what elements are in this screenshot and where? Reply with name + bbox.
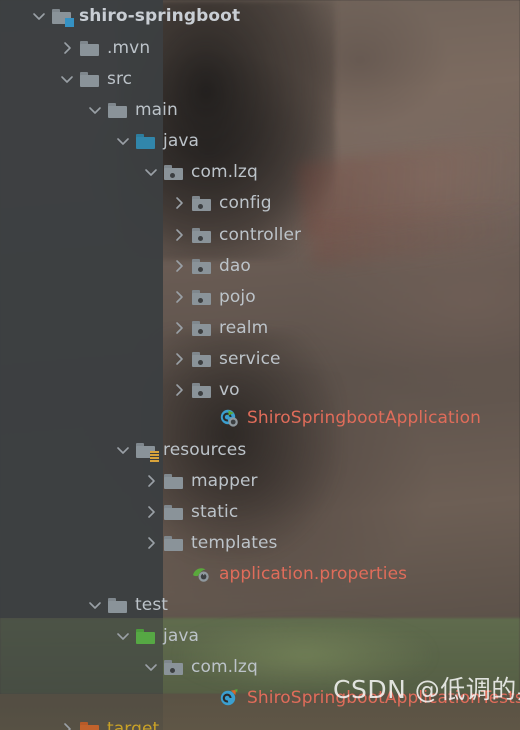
- tree-node-label: shiro-springboot: [79, 6, 241, 26]
- tree-node-label: src: [107, 69, 133, 89]
- tree-node[interactable]: test: [84, 589, 168, 621]
- folder-icon: [162, 496, 184, 528]
- tree-node[interactable]: controller: [168, 219, 301, 251]
- tree-node[interactable]: realm: [168, 312, 268, 344]
- tree-node-label: main: [135, 100, 178, 120]
- project-tree[interactable]: shiro-springboot .mvn src main java com.lzq co…: [0, 0, 520, 730]
- project-tool-window: shiro-springboot .mvn src main java com.lzq co…: [0, 0, 520, 730]
- csdn-watermark: CSDN @低调的黑客: [333, 675, 520, 704]
- tree-node-label: java: [163, 131, 200, 151]
- spring-properties-file-icon: [190, 558, 212, 590]
- chevron-down-icon[interactable]: [140, 156, 162, 188]
- chevron-right-icon[interactable]: [168, 343, 190, 375]
- folder-icon: [106, 589, 128, 621]
- tree-node[interactable]: com.lzq: [140, 651, 258, 683]
- tree-node[interactable]: src: [56, 63, 132, 95]
- tree-node[interactable]: application.properties: [168, 558, 407, 590]
- chevron-down-icon[interactable]: [112, 434, 134, 466]
- tree-node[interactable]: dao: [168, 250, 251, 282]
- tree-node-label: ShiroSpringbootApplication: [247, 408, 482, 428]
- tree-node-label: service: [219, 349, 281, 369]
- tree-node-label: test: [135, 595, 169, 615]
- chevron-right-icon[interactable]: [168, 219, 190, 251]
- package-folder-icon: [162, 651, 184, 683]
- tree-node[interactable]: target: [56, 713, 159, 730]
- chevron-right-icon[interactable]: [140, 527, 162, 559]
- tree-node[interactable]: static: [140, 496, 238, 528]
- package-folder-icon: [190, 281, 212, 313]
- tree-node[interactable]: config: [168, 187, 272, 219]
- chevron-down-icon[interactable]: [56, 63, 78, 95]
- chevron-right-icon[interactable]: [168, 187, 190, 219]
- tree-node-label: .mvn: [107, 38, 151, 58]
- folder-icon: [78, 32, 100, 64]
- chevron-right-icon[interactable]: [140, 465, 162, 497]
- project-folder-icon: [50, 0, 74, 32]
- chevron-right-icon[interactable]: [168, 281, 190, 313]
- tree-node-label: com.lzq: [191, 657, 258, 677]
- resources-root-folder-icon: [134, 434, 159, 466]
- tree-node-label: resources: [163, 440, 247, 460]
- test-source-root-folder-icon: [134, 620, 156, 652]
- chevron-right-icon[interactable]: [168, 312, 190, 344]
- tree-node[interactable]: pojo: [168, 281, 256, 313]
- chevron-down-icon[interactable]: [140, 651, 162, 683]
- chevron-down-icon[interactable]: [84, 589, 106, 621]
- chevron-down-icon[interactable]: [112, 620, 134, 652]
- package-folder-icon: [190, 343, 212, 375]
- tree-arrow-placeholder: [196, 682, 218, 714]
- package-folder-icon: [162, 156, 184, 188]
- tree-node-label: target: [107, 719, 160, 730]
- tree-node[interactable]: .mvn: [56, 32, 150, 64]
- folder-icon: [162, 465, 184, 497]
- tree-node-label: java: [163, 626, 200, 646]
- package-folder-icon: [190, 187, 212, 219]
- source-root-folder-icon: [134, 125, 156, 157]
- chevron-right-icon[interactable]: [56, 713, 78, 730]
- tree-node-label: config: [219, 193, 272, 213]
- package-folder-icon: [190, 312, 212, 344]
- tree-node[interactable]: main: [84, 94, 178, 126]
- tree-node-label: realm: [219, 318, 269, 338]
- tree-arrow-placeholder: [196, 402, 218, 434]
- tree-node-label: controller: [219, 225, 302, 245]
- chevron-right-icon[interactable]: [140, 496, 162, 528]
- chevron-down-icon[interactable]: [112, 125, 134, 157]
- tree-node[interactable]: mapper: [140, 465, 258, 497]
- tree-node-label: com.lzq: [191, 162, 258, 182]
- chevron-right-icon[interactable]: [56, 32, 78, 64]
- tree-arrow-placeholder: [168, 558, 190, 590]
- tree-node-label: pojo: [219, 287, 256, 307]
- tree-node[interactable]: java: [112, 620, 199, 652]
- tree-node-label: mapper: [191, 471, 258, 491]
- tree-node[interactable]: java: [112, 125, 199, 157]
- excluded-folder-icon: [78, 713, 100, 730]
- tree-node-label: vo: [219, 380, 240, 400]
- folder-icon: [78, 63, 100, 95]
- tree-node[interactable]: com.lzq: [140, 156, 258, 188]
- tree-node-label: static: [191, 502, 239, 522]
- chevron-down-icon[interactable]: [28, 0, 50, 32]
- chevron-down-icon[interactable]: [84, 94, 106, 126]
- tree-node[interactable]: resources: [112, 434, 246, 466]
- tree-node[interactable]: service: [168, 343, 281, 375]
- package-folder-icon: [190, 219, 212, 251]
- tree-node[interactable]: templates: [140, 527, 278, 559]
- tree-node-label: application.properties: [219, 564, 408, 584]
- chevron-right-icon[interactable]: [168, 374, 190, 406]
- tree-node[interactable]: ShiroSpringbootApplication: [196, 402, 481, 434]
- tree-node[interactable]: shiro-springboot: [28, 0, 240, 32]
- tree-node-label: templates: [191, 533, 278, 553]
- chevron-right-icon[interactable]: [168, 250, 190, 282]
- spring-boot-test-class-icon: [218, 682, 240, 714]
- spring-boot-run-class-icon: [218, 402, 240, 434]
- tree-node-label: dao: [219, 256, 251, 276]
- folder-icon: [106, 94, 128, 126]
- folder-icon: [162, 527, 184, 559]
- package-folder-icon: [190, 250, 212, 282]
